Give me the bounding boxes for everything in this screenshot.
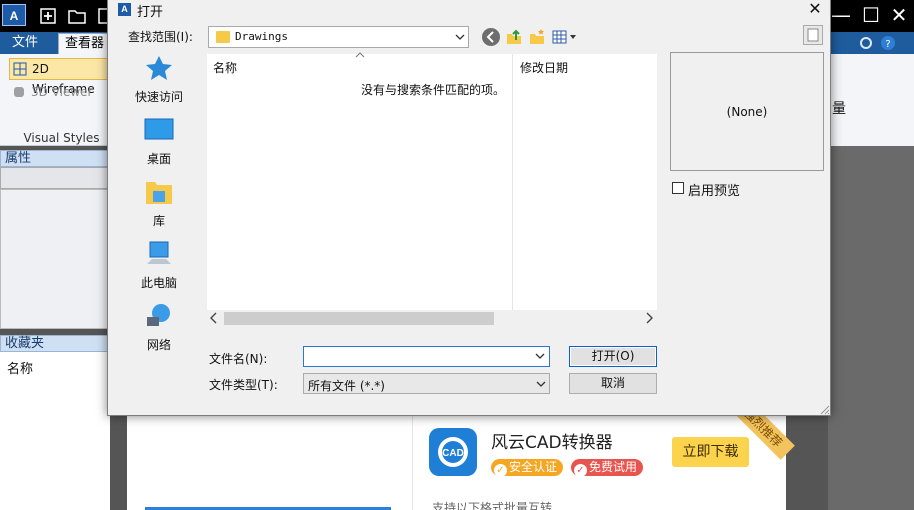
place-label: 快速访问 xyxy=(134,90,183,104)
column-header-date-modified[interactable]: 修改日期 xyxy=(520,59,568,76)
check-icon: ✓ xyxy=(574,464,587,477)
place-label: 此电脑 xyxy=(140,276,177,290)
look-in-dropdown[interactable]: Drawings xyxy=(208,26,469,48)
open-file-dialog: A 打开 ✕ 查找范围(I): Drawings 快速访问 桌面 库 此电脑 网… xyxy=(107,0,831,416)
open-folder-icon[interactable] xyxy=(67,6,87,26)
visual-style-3d-viewer[interactable]: 3D Viewer xyxy=(9,82,109,104)
app-logo: A xyxy=(2,4,26,26)
up-folder-icon[interactable] xyxy=(505,28,523,46)
place-label: 桌面 xyxy=(146,152,171,166)
enable-preview-label[interactable]: 启用预览 xyxy=(688,180,740,199)
properties-panel-title: 属性 xyxy=(0,150,110,167)
empty-list-message: 没有与搜索条件匹配的项。 xyxy=(361,83,506,97)
preview-placeholder: (None) xyxy=(726,105,768,119)
chevron-down-icon xyxy=(536,381,546,387)
visual-style-2d-wireframe[interactable]: 2D Wireframe xyxy=(9,58,109,96)
maximize-button[interactable]: ☐ xyxy=(856,0,886,32)
file-type-value: 所有文件 (*.*) xyxy=(308,379,385,393)
column-header-name[interactable]: 名称 xyxy=(213,59,237,76)
tab-file[interactable]: 文件 xyxy=(6,33,44,54)
scroll-right-icon[interactable] xyxy=(645,312,653,324)
desktop-icon xyxy=(144,118,174,140)
column-divider[interactable] xyxy=(512,54,513,310)
computer-icon xyxy=(147,241,171,264)
preview-pane-button[interactable] xyxy=(803,25,823,45)
back-button[interactable] xyxy=(482,28,500,46)
tab-viewer[interactable]: 查看器 xyxy=(58,33,112,54)
cad-logo-text: CAD xyxy=(442,448,464,459)
svg-text:?: ? xyxy=(885,39,890,50)
favorites-column-name: 名称 xyxy=(7,362,34,377)
badge-safe: ✓ 安全认证 xyxy=(491,459,564,477)
network-icon xyxy=(147,304,170,326)
download-button[interactable]: 立即下载 xyxy=(672,437,749,467)
wireframe-icon xyxy=(13,62,27,76)
star-icon xyxy=(146,56,172,80)
horizontal-scrollbar[interactable] xyxy=(207,310,657,327)
check-icon: ✓ xyxy=(494,464,507,477)
cad-converter-logo: CAD xyxy=(429,428,477,476)
place-network[interactable]: 网络 xyxy=(116,302,202,362)
place-quick-access[interactable]: 快速访问 xyxy=(116,54,202,114)
dialog-title: 打开 xyxy=(137,5,164,20)
promo-title: 风云CAD转换器 xyxy=(491,433,613,453)
places-bar: 快速访问 桌面 库 此电脑 网络 xyxy=(116,54,202,359)
scrollbar-thumb[interactable] xyxy=(224,312,494,325)
scroll-left-icon[interactable] xyxy=(210,312,218,324)
ribbon-measure-label[interactable]: 量 xyxy=(832,98,846,118)
help-icon[interactable]: ? xyxy=(880,35,896,51)
properties-panel xyxy=(0,189,110,329)
dialog-app-icon: A xyxy=(118,3,131,16)
library-icon xyxy=(146,182,172,204)
sort-up-icon xyxy=(355,52,365,58)
file-name-input[interactable] xyxy=(303,346,550,367)
favorites-panel-title: 收藏夹 xyxy=(0,335,110,352)
badge-free-label: 免费试用 xyxy=(589,460,638,474)
settings-icon[interactable] xyxy=(858,35,874,51)
place-this-pc[interactable]: 此电脑 xyxy=(116,240,202,300)
file-name-label: 文件名(N): xyxy=(209,352,268,366)
badge-safe-label: 安全认证 xyxy=(509,460,558,474)
preview-pane: (None) xyxy=(670,52,824,171)
ribbon-right-section: 量 xyxy=(828,54,914,146)
dialog-close-button[interactable]: ✕ xyxy=(802,0,828,19)
file-type-label: 文件类型(T): xyxy=(209,378,278,392)
open-button[interactable]: 打开(O) xyxy=(569,346,657,367)
look-in-value: Drawings xyxy=(235,30,288,43)
folder-icon xyxy=(216,31,230,43)
visual-style-3d-label: 3D Viewer xyxy=(31,85,93,99)
promo-subtitle: 支持以下格式批量互转 xyxy=(432,501,553,510)
place-library[interactable]: 库 xyxy=(116,178,202,238)
cad-logo-icon: CAD xyxy=(438,437,468,467)
visual-styles-group-label: Visual Styles xyxy=(23,131,100,145)
new-file-icon[interactable] xyxy=(38,6,58,26)
file-type-dropdown[interactable]: 所有文件 (*.*) xyxy=(303,373,550,394)
chevron-down-icon[interactable] xyxy=(535,352,545,360)
look-in-label: 查找范围(I): xyxy=(128,30,193,44)
place-desktop[interactable]: 桌面 xyxy=(116,116,202,176)
place-label: 网络 xyxy=(146,338,171,352)
view-menu-icon[interactable] xyxy=(552,28,580,46)
new-folder-icon[interactable] xyxy=(528,28,546,46)
drawing-canvas[interactable] xyxy=(828,146,914,510)
resize-grip-icon[interactable] xyxy=(818,403,830,415)
properties-selector[interactable] xyxy=(0,167,110,189)
dialog-titlebar[interactable]: A 打开 ✕ xyxy=(108,0,830,20)
promo-left-pane xyxy=(127,415,413,510)
close-app-button[interactable]: ✕ xyxy=(884,0,914,32)
place-label: 库 xyxy=(152,214,165,228)
cancel-button[interactable]: 取消 xyxy=(569,373,657,394)
back-arrow-icon xyxy=(486,31,494,43)
chevron-down-icon xyxy=(455,34,465,40)
cylinder-icon xyxy=(14,87,24,97)
enable-preview-checkbox[interactable] xyxy=(672,182,684,194)
preview-icon xyxy=(807,28,819,42)
badge-free: ✓ 免费试用 xyxy=(571,459,644,477)
file-list[interactable]: 名称 修改日期 没有与搜索条件匹配的项。 xyxy=(207,52,657,327)
promo-popup: CAD 风云CAD转换器 ✓ 安全认证 ✓ 免费试用 立即下载 强烈推荐 支持以下格… xyxy=(127,396,795,510)
